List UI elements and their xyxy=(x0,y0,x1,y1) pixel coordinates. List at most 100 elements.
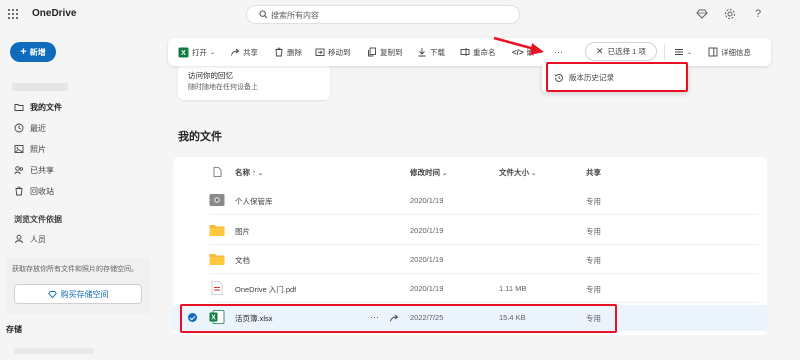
table-row[interactable]: 个人保管库 2020/1/19 专用 xyxy=(173,188,767,214)
share-arrow-icon xyxy=(231,48,240,56)
table-row[interactable]: 文档 2020/1/19 专用 xyxy=(173,247,767,273)
share-button[interactable]: 共享 xyxy=(230,46,258,58)
download-icon xyxy=(418,48,426,57)
diamond-icon xyxy=(47,290,57,298)
recycle-icon xyxy=(15,186,23,196)
sidebar-item-my-files[interactable]: 我的文件 xyxy=(14,100,62,114)
file-name[interactable]: 图片 xyxy=(235,226,250,237)
table-row[interactable]: 图片 2020/1/19 专用 xyxy=(173,218,767,244)
download-button[interactable]: 下载 xyxy=(417,46,445,58)
storage-promo-text: 获取存放你所有文件和照片的存储空间。 xyxy=(12,266,138,273)
app-title[interactable]: OneDrive xyxy=(32,8,76,19)
row-divider xyxy=(209,214,759,215)
file-sharing: 专用 xyxy=(586,227,601,236)
vault-icon xyxy=(209,194,225,206)
move-to-button[interactable]: 移动到 xyxy=(315,46,351,58)
person-icon xyxy=(15,234,23,244)
annotation-highlight-row xyxy=(180,304,617,333)
sidebar-item-recent[interactable]: 最近 xyxy=(14,121,46,135)
column-header-name[interactable]: 名称 ↑ ⌄ xyxy=(235,167,263,178)
memories-title: 访问你的回忆 xyxy=(188,71,233,80)
file-name[interactable]: OneDrive 入门.pdf xyxy=(235,284,296,295)
pdf-icon xyxy=(211,281,223,295)
table-row[interactable]: OneDrive 入门.pdf 2020/1/19 1.11 MB 专用 xyxy=(173,276,767,302)
excel-icon: X xyxy=(178,47,189,57)
delete-button[interactable]: 删除 xyxy=(274,46,302,58)
row-divider xyxy=(209,244,759,245)
annotation-arrow xyxy=(493,36,544,55)
gear-icon[interactable] xyxy=(724,8,736,20)
details-button[interactable]: 详细信息 xyxy=(708,46,751,58)
folder-icon xyxy=(209,225,225,236)
column-header-size[interactable]: 文件大小 ⌄ xyxy=(499,167,536,178)
chevron-down-icon: ⌄ xyxy=(442,171,448,177)
sidebar-item-label: 最近 xyxy=(30,123,46,133)
new-button-label: 新增 xyxy=(29,47,46,57)
page-title: 我的文件 xyxy=(178,131,222,143)
chevron-down-icon: ⌄ xyxy=(531,171,537,177)
file-modified: 2020/1/19 xyxy=(410,255,444,264)
storage-promo: 获取存放你所有文件和照片的存储空间。 购买存储空间 xyxy=(6,258,150,314)
file-type-icon xyxy=(213,167,222,177)
storage-label: 存储 xyxy=(6,325,22,334)
plus-icon: + xyxy=(20,46,27,58)
search-icon xyxy=(259,10,268,19)
open-button[interactable]: X 打开 ⌄ xyxy=(178,46,215,58)
toolbar-divider xyxy=(664,44,665,60)
file-name[interactable]: 个人保管库 xyxy=(235,196,273,207)
column-header-modified[interactable]: 修改时间 ⌄ xyxy=(410,167,447,178)
sidebar-item-label: 照片 xyxy=(30,144,46,154)
selection-clear-button[interactable]: ✕ 已选择 1 项 xyxy=(585,42,657,61)
diamond-icon[interactable] xyxy=(696,8,708,20)
chevron-down-icon: ⌄ xyxy=(257,171,263,177)
trash-icon xyxy=(275,47,283,57)
top-bar: OneDrive ? xyxy=(0,0,800,30)
view-options-button[interactable]: ⌄ xyxy=(674,46,692,58)
sidebar-item-label: 人员 xyxy=(30,234,46,244)
search-box[interactable] xyxy=(246,5,520,24)
annotation-highlight-menu xyxy=(546,62,688,92)
file-sharing: 专用 xyxy=(586,197,601,206)
column-header-sharing[interactable]: 共享 xyxy=(586,167,601,178)
list-view-icon xyxy=(675,49,683,55)
rename-icon xyxy=(460,48,470,56)
file-modified: 2020/1/19 xyxy=(410,226,444,235)
sidebar-item-recycle-bin[interactable]: 回收站 xyxy=(14,184,54,198)
info-icon xyxy=(708,47,718,57)
account-name-blurred xyxy=(12,83,68,91)
copy-to-button[interactable]: 复制到 xyxy=(367,46,403,58)
file-modified: 2020/1/19 xyxy=(410,284,444,293)
memories-card[interactable]: 访问你的回忆 随时随地在任何设备上 xyxy=(178,62,330,100)
chevron-down-icon: ⌄ xyxy=(687,49,693,56)
memories-subtitle: 随时随地在任何设备上 xyxy=(188,84,258,91)
search-input[interactable] xyxy=(271,8,501,22)
buy-storage-button[interactable]: 购买存储空间 xyxy=(14,284,142,304)
clock-icon xyxy=(14,123,24,133)
waffle-icon[interactable] xyxy=(8,9,18,19)
file-size: 1.11 MB xyxy=(499,284,527,293)
file-sharing: 专用 xyxy=(586,256,601,265)
sidebar-item-label: 已共享 xyxy=(30,165,54,175)
sidebar-item-label: 我的文件 xyxy=(30,102,62,112)
row-divider xyxy=(209,273,759,274)
folder-icon xyxy=(209,254,225,265)
sidebar: + 新增 我的文件 最近 照片 已共享 回收站 浏览文件依据 人员 获取存放你所… xyxy=(0,30,160,360)
sidebar-item-photos[interactable]: 照片 xyxy=(14,142,46,156)
sidebar-item-label: 回收站 xyxy=(30,186,54,196)
help-icon[interactable]: ? xyxy=(752,8,764,20)
file-name[interactable]: 文档 xyxy=(235,255,250,266)
share-icon xyxy=(14,166,23,175)
image-icon xyxy=(14,145,24,153)
svg-text:X: X xyxy=(181,50,186,57)
file-sharing: 专用 xyxy=(586,285,601,294)
folder-icon xyxy=(14,104,24,111)
buy-storage-label: 购买存储空间 xyxy=(60,289,109,299)
copy-icon xyxy=(368,47,376,57)
new-button[interactable]: + 新增 xyxy=(10,42,56,62)
sidebar-item-shared[interactable]: 已共享 xyxy=(14,163,54,177)
close-icon: ✕ xyxy=(596,46,604,56)
row-divider xyxy=(209,302,759,303)
file-modified: 2020/1/19 xyxy=(410,196,444,205)
sidebar-item-people[interactable]: 人员 xyxy=(14,232,46,246)
chevron-down-icon: ⌄ xyxy=(210,49,216,56)
